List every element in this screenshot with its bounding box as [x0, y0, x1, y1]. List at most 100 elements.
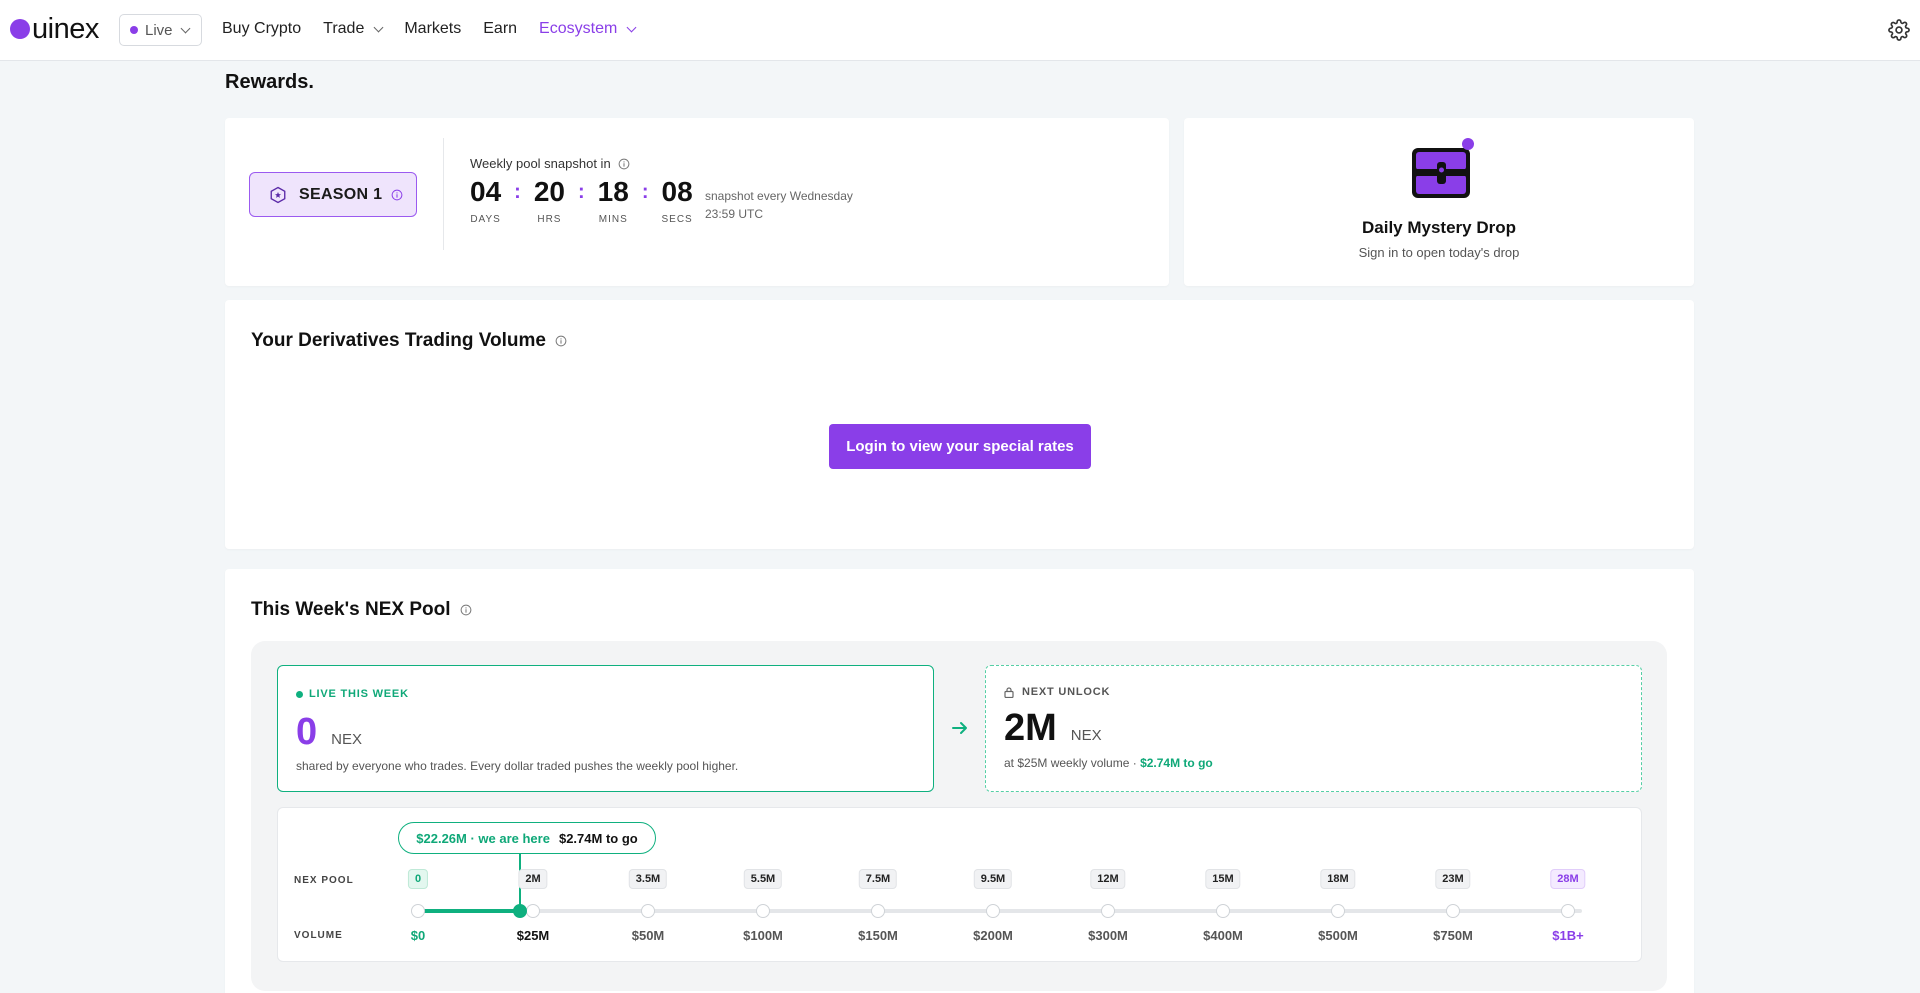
nav-buy-crypto[interactable]: Buy Crypto [222, 20, 301, 38]
next-unlock-desc-text: at $25M weekly volume · [1004, 756, 1141, 770]
tier-volume-label: $500M [1318, 928, 1358, 943]
info-icon[interactable] [555, 335, 567, 347]
mystery-drop-card[interactable]: Daily Mystery Drop Sign in to open today… [1184, 118, 1694, 286]
tier-node [411, 904, 425, 918]
volume-row-label: VOLUME [294, 930, 343, 941]
tier-node [1446, 904, 1460, 918]
countdown-unit-label: MINS [598, 214, 628, 225]
trading-volume-card: Your Derivatives Trading Volume Login to… [225, 300, 1694, 549]
tier-pool-chip: 18M [1320, 869, 1356, 889]
current-volume-text: $22.26M · we are here [416, 830, 550, 846]
season-badge[interactable]: SEASON 1 [249, 172, 417, 217]
tier-node [1561, 904, 1575, 918]
live-value: 0 NEX [296, 710, 362, 754]
chevron-down-icon [626, 22, 637, 32]
tier-volume-label: $100M [743, 928, 783, 943]
countdown-value: 20 [533, 176, 565, 207]
nav-label: Trade [323, 20, 365, 37]
live-amount: 0 [296, 711, 318, 753]
live-status-dot [130, 26, 138, 34]
info-icon[interactable] [460, 604, 472, 616]
tier-volume-label: $200M [973, 928, 1013, 943]
tier-volume-label: $300M [1088, 928, 1128, 943]
live-description: shared by everyone who trades. Every dol… [296, 759, 739, 773]
countdown-unit-label: SECS [661, 214, 693, 225]
tier-pool-chip: 5.5M [743, 869, 783, 889]
info-icon[interactable] [391, 189, 403, 201]
countdown-seconds: 08 SECS [661, 175, 692, 225]
divider [443, 138, 444, 250]
next-unlock-value: 2M NEX [1004, 706, 1102, 750]
live-tag: LIVE THIS WEEK [296, 688, 409, 700]
countdown-value: 08 [661, 176, 693, 207]
live-this-week-box: LIVE THIS WEEK 0 NEX shared by everyone … [277, 665, 934, 792]
live-dot [296, 690, 303, 698]
nav-label: Markets [404, 20, 462, 37]
tier-pool-chip: 3.5M [628, 869, 668, 889]
nav-earn[interactable]: Earn [483, 20, 517, 38]
countdown-value: 18 [597, 176, 629, 207]
login-button[interactable]: Login to view your special rates [829, 424, 1091, 469]
countdown-value: 04 [470, 176, 502, 207]
next-unlock-box: NEXT UNLOCK 2M NEX at $25M weekly volume… [985, 665, 1642, 792]
tier-pool-chip: 15M [1205, 869, 1241, 889]
tier-pool-chip: 7.5M [858, 869, 898, 889]
live-tag-text: LIVE THIS WEEK [309, 688, 409, 700]
live-unit: NEX [331, 731, 362, 748]
page-title: Rewards. [225, 71, 314, 93]
chevron-down-icon [180, 23, 190, 33]
tier-node [871, 904, 885, 918]
tier-progress-box: $22.26M · we are here $2.74M to go NEX P… [277, 807, 1642, 962]
next-unlock-description: at $25M weekly volume · $2.74M to go [1004, 756, 1213, 770]
next-unlock-unit: NEX [1070, 727, 1102, 744]
chevron-down-icon [373, 22, 384, 32]
mode-select[interactable]: Live [119, 14, 202, 46]
nex-pool-card: This Week's NEX Pool LIVE THIS WEEK 0 NE… [225, 569, 1694, 993]
progress-fill [418, 909, 521, 913]
nav-label: Ecosystem [539, 20, 618, 37]
tier-volume-label: $150M [858, 928, 898, 943]
mystery-subtitle: Sign in to open today's drop [1358, 245, 1520, 260]
next-unlock-amount: 2M [1004, 707, 1057, 749]
mode-label: Live [145, 21, 173, 39]
info-icon[interactable] [618, 158, 630, 170]
tier-volume-label: $750M [1433, 928, 1473, 943]
nav-trade[interactable]: Trade [323, 20, 384, 38]
season-card: SEASON 1 Weekly pool snapshot in 04 DAYS… [225, 118, 1169, 286]
next-unlock-tag: NEXT UNLOCK [1004, 686, 1110, 698]
countdown-unit-label: HRS [537, 214, 562, 225]
countdown-days: 04 DAYS [470, 175, 501, 225]
tier-volume-label: $25M [516, 928, 550, 943]
tier-pool-chip: 23M [1435, 869, 1471, 889]
tier-pool-chip: 28M [1550, 869, 1586, 889]
tier-pool-chip: 12M [1090, 869, 1126, 889]
nex-pool-row-label: NEX POOL [294, 875, 354, 886]
countdown-separator: : [641, 181, 649, 203]
nav-ecosystem[interactable]: Ecosystem [539, 20, 637, 38]
countdown-unit-label: DAYS [470, 214, 501, 225]
progress-track [418, 909, 1582, 913]
countdown-minutes: 18 MINS [598, 175, 629, 225]
tier-pool-chip: 0 [407, 869, 429, 889]
tier-volume-label: $400M [1203, 928, 1243, 943]
section-title-text: Your Derivatives Trading Volume [251, 330, 546, 351]
logo-text: uinex [32, 13, 99, 45]
countdown-hours: 20 HRS [534, 175, 565, 225]
nav-markets[interactable]: Markets [404, 20, 461, 38]
next-unlock-tag-text: NEXT UNLOCK [1022, 686, 1111, 698]
tier-volume-label: $50M [631, 928, 665, 943]
tier-node [1101, 904, 1115, 918]
tier-node [756, 904, 770, 918]
tier-node [986, 904, 1000, 918]
tier-pool-chip: 2M [518, 869, 548, 889]
arrow-right-icon [952, 722, 967, 734]
tier-volume-label: $0 [410, 928, 426, 943]
next-unlock-remaining: $2.74M to go [1140, 756, 1213, 770]
brand-logo[interactable]: uinex [10, 14, 99, 44]
snapshot-note-line: snapshot every Wednesday [705, 189, 853, 203]
treasure-chest-icon [1412, 138, 1474, 198]
tier-volume-label: $1B+ [1552, 928, 1584, 943]
gear-icon[interactable] [1888, 19, 1910, 41]
mystery-title: Daily Mystery Drop [1362, 218, 1516, 237]
tier-node [1331, 904, 1345, 918]
